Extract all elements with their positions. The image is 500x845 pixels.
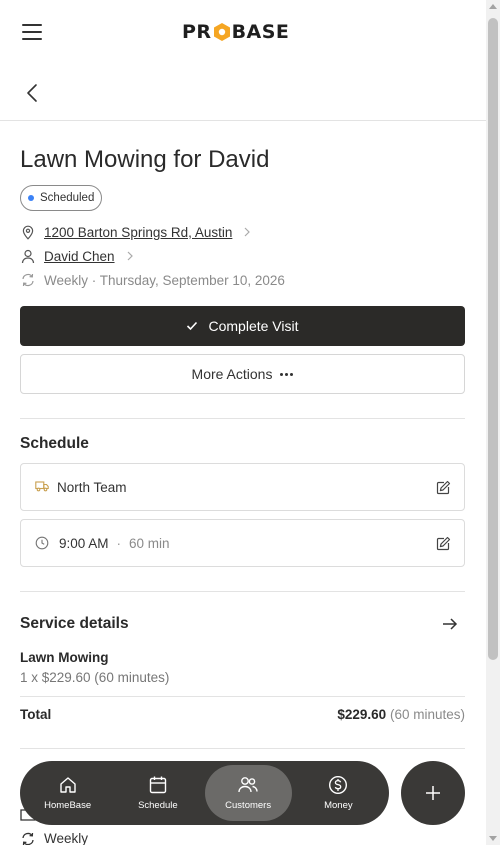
- logo-hexagon-icon: [213, 23, 230, 41]
- address-link[interactable]: 1200 Barton Springs Rd, Austin: [44, 225, 232, 240]
- divider: [20, 748, 465, 749]
- more-actions-button[interactable]: More Actions: [20, 354, 465, 394]
- nav-customers[interactable]: Customers: [204, 765, 292, 821]
- page-title: Lawn Mowing for David: [20, 146, 270, 173]
- nav-homebase[interactable]: HomeBase: [24, 765, 111, 821]
- chevron-left-icon[interactable]: [22, 82, 44, 104]
- recurrence-text: Weekly · Thursday, September 10, 2026: [44, 272, 285, 288]
- service-details-heading[interactable]: Service details: [20, 615, 129, 633]
- arrow-right-icon[interactable]: [441, 615, 459, 633]
- complete-visit-button[interactable]: Complete Visit: [20, 306, 465, 346]
- service-item-detail: 1 x $229.60 (60 minutes): [20, 670, 170, 685]
- scroll-up-arrow-icon[interactable]: [489, 4, 497, 9]
- address-row[interactable]: 1200 Barton Springs Rd, Austin: [20, 222, 252, 242]
- recurrence-row-peek: Weekly: [20, 831, 88, 845]
- bottom-nav: HomeBase Schedule Customers Money: [20, 761, 389, 825]
- nav-schedule[interactable]: Schedule: [114, 765, 201, 821]
- service-item-name: Lawn Mowing: [20, 650, 109, 665]
- nav-money[interactable]: Money: [295, 765, 382, 821]
- edit-icon[interactable]: [435, 536, 451, 552]
- recurrence-peek-label: Weekly: [44, 831, 89, 845]
- status-dot: [28, 195, 34, 201]
- nav-money-label: Money: [324, 800, 353, 811]
- calendar-icon: [149, 776, 167, 794]
- complete-visit-label: Complete Visit: [208, 318, 299, 334]
- plus-icon: [426, 786, 440, 800]
- hamburger-icon[interactable]: [22, 24, 42, 40]
- scrollbar[interactable]: [486, 0, 500, 845]
- scroll-thumb[interactable]: [488, 18, 498, 660]
- customer-link[interactable]: David Chen: [44, 249, 115, 264]
- add-button[interactable]: [401, 761, 465, 825]
- schedule-heading: Schedule: [20, 435, 89, 452]
- repeat-icon: [22, 832, 34, 845]
- divider: [20, 418, 465, 419]
- time-card[interactable]: 9:00 AM · 60 min: [20, 519, 465, 567]
- logo-text-left: PR: [182, 21, 212, 43]
- more-dots-icon: [280, 372, 294, 376]
- dollar-icon: [329, 775, 348, 795]
- customer-row[interactable]: David Chen: [20, 246, 135, 266]
- truck-icon: [35, 480, 49, 494]
- divider: [20, 591, 465, 592]
- total-duration: (60 minutes): [389, 707, 465, 722]
- check-icon: [187, 321, 198, 331]
- repeat-icon: [20, 272, 36, 288]
- divider: [20, 696, 465, 697]
- nav-schedule-label: Schedule: [138, 800, 178, 811]
- top-bar: PR BASE: [0, 0, 486, 64]
- edit-icon[interactable]: [435, 480, 451, 496]
- users-icon: [238, 777, 258, 793]
- nav-customers-label: Customers: [225, 800, 272, 811]
- more-actions-label: More Actions: [191, 366, 273, 382]
- total-label: Total: [20, 707, 52, 722]
- chevron-right-icon: [244, 227, 251, 237]
- status-badge: Scheduled: [20, 185, 103, 211]
- home-icon: [59, 777, 76, 793]
- separator-dot: ·: [116, 535, 122, 551]
- team-name: North Team: [57, 479, 127, 495]
- status-label: Scheduled: [40, 192, 95, 204]
- logo-text-right: BASE: [231, 21, 290, 43]
- person-icon: [20, 248, 36, 264]
- back-bar: [0, 64, 486, 121]
- recurrence-row: Weekly · Thursday, September 10, 2026: [20, 270, 285, 290]
- probase-logo[interactable]: PR BASE: [182, 21, 289, 43]
- map-pin-icon: [20, 224, 36, 240]
- team-card[interactable]: North Team: [20, 463, 465, 511]
- clock-icon: [35, 536, 49, 550]
- total-amount: $229.60: [337, 707, 387, 722]
- visit-time: 9:00 AM: [59, 535, 109, 551]
- chevron-right-icon: [127, 251, 133, 261]
- total-value: $229.60 (60 minutes): [337, 707, 465, 722]
- scroll-down-arrow-icon[interactable]: [489, 836, 497, 841]
- nav-homebase-label: HomeBase: [44, 800, 92, 811]
- visit-duration: 60 min: [129, 535, 170, 551]
